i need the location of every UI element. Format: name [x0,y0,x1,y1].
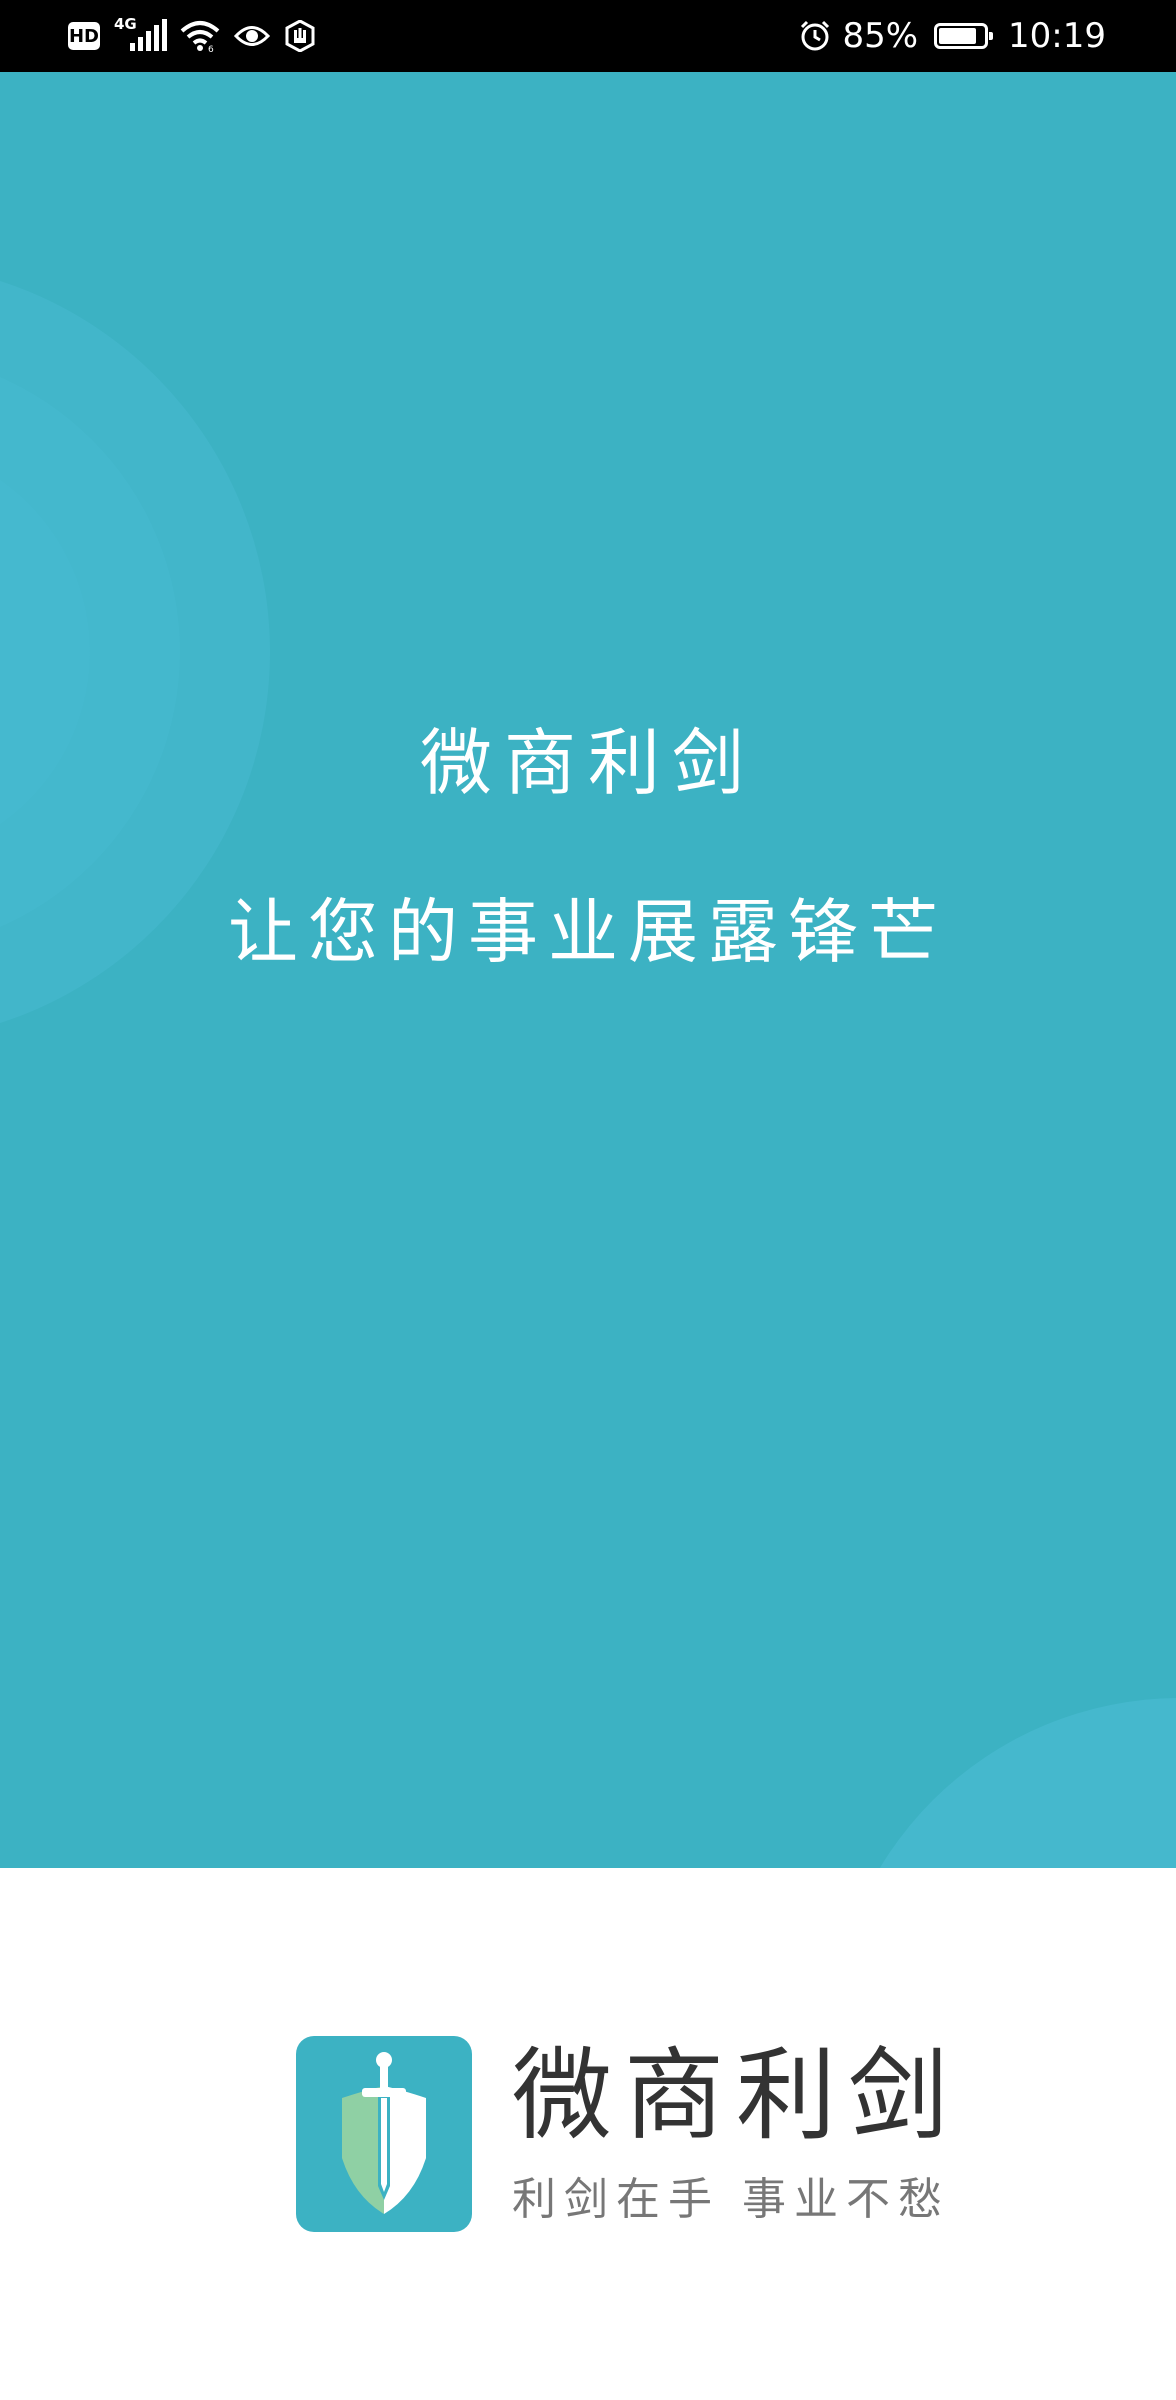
decor-circle-bottom-right [830,1698,1176,1868]
brand-lockup: 微商利剑 利剑在手 事业不愁 [296,2036,960,2232]
brand-tagline: 利剑在手 事业不愁 [512,2174,950,2225]
eye-icon [234,23,270,49]
wifi-icon: 6 [180,19,220,53]
hero-title: 微商利剑 [419,721,756,805]
hero-slogan: 让您的事业展露锋芒 [228,891,948,973]
battery-level-fill [939,28,976,44]
hand-icon [284,20,316,52]
battery-percent-text: 85% [842,16,919,56]
battery-icon [934,23,994,49]
sword-shield-icon [342,2052,426,2214]
status-right: 85% 10:19 [798,0,1106,72]
app-logo [296,2036,472,2232]
signal-icon: 4G [114,15,167,55]
alarm-icon [798,19,832,53]
svg-text:6: 6 [208,45,214,53]
status-left: HD 4G 6 [68,0,316,72]
brand-name: 微商利剑 [512,2037,960,2154]
splash-hero: 微商利剑 让您的事业展露锋芒 [0,72,1176,1868]
hd-icon: HD [68,22,100,50]
brand-text: 微商利剑 利剑在手 事业不愁 [512,2041,960,2227]
status-time: 10:19 [1008,16,1106,56]
status-bar: HD 4G 6 85% 10:19 [0,0,1176,72]
